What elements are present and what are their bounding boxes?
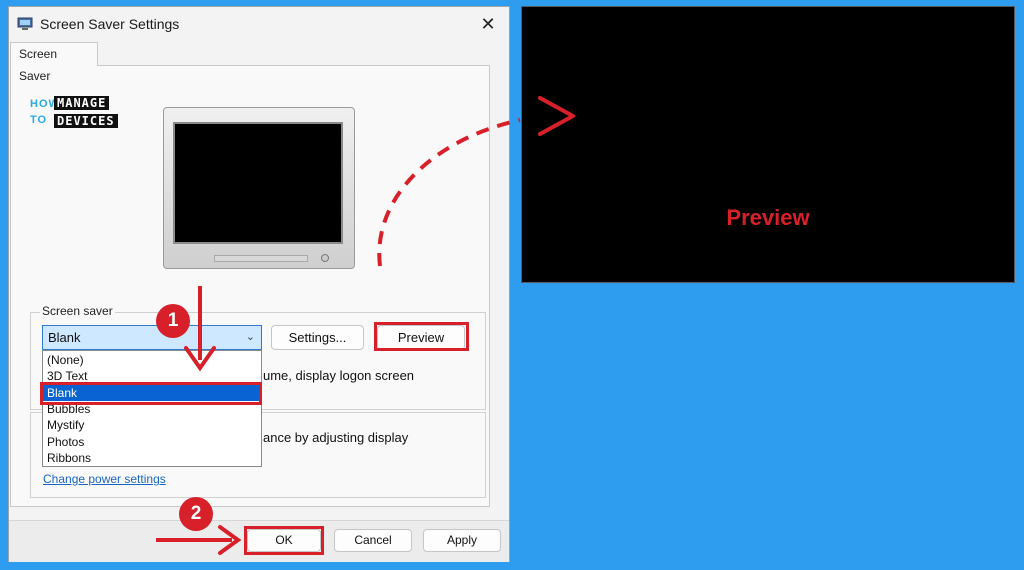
preview-arrow-head [538,96,575,136]
step1-badge: 1 [156,304,190,338]
annotation-arrows [156,96,575,555]
preview-dashed-arrow [377,118,521,267]
step2-badge: 2 [179,497,213,531]
